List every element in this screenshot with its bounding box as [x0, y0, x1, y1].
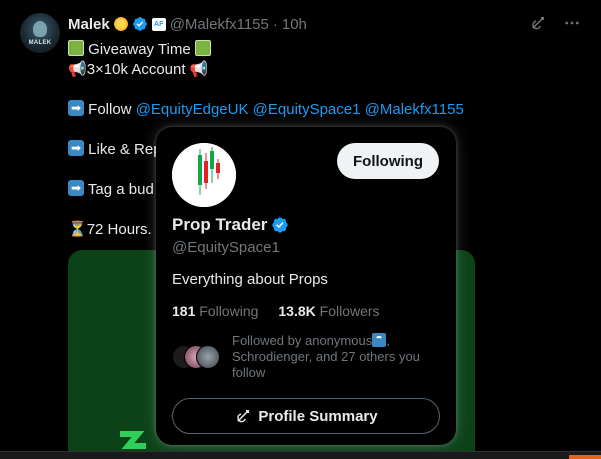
- like-text: Like & Rep: [88, 141, 162, 158]
- mention-link[interactable]: @Malekfx1155: [365, 101, 464, 118]
- money-emoji-icon: [68, 40, 84, 56]
- hourglass-emoji-icon: ⏳: [68, 221, 87, 238]
- sun-emoji-icon: [113, 17, 128, 31]
- tweet-line-follow: Follow @EquityEdgeUK @EquitySpace1 @Male…: [68, 98, 464, 120]
- mention-link[interactable]: @EquityEdgeUK: [136, 101, 249, 118]
- separator-dot: ·: [272, 15, 278, 33]
- followed-by-avatars[interactable]: [172, 345, 222, 369]
- tweet-line-hours: ⏳72 Hours.: [68, 220, 152, 240]
- money-emoji-icon: [194, 40, 211, 56]
- followers-label: Followers: [319, 303, 380, 319]
- hours-text: 72 Hours.: [86, 221, 152, 238]
- megaphone-emoji-icon: 📢: [189, 61, 209, 78]
- profile-summary-label: Profile Summary: [258, 407, 378, 425]
- avatar-figure: [33, 21, 47, 37]
- scrollbar-thumb[interactable]: [569, 455, 601, 459]
- arrow-emoji-icon: [68, 138, 84, 158]
- verified-badge-icon: [132, 17, 147, 31]
- bottom-divider: [0, 451, 601, 459]
- profile-bio: Everything about Props: [172, 271, 328, 288]
- profile-name[interactable]: Prop Trader: [172, 215, 267, 235]
- tweet-line-tag: Tag a bud: [68, 178, 154, 200]
- tweet-line-like: Like & Rep: [68, 138, 162, 160]
- tag-text: Tag a bud: [87, 181, 154, 198]
- profile-handle[interactable]: @EquitySpace1: [172, 239, 280, 256]
- author-handle[interactable]: @Malekfx1155: [170, 16, 269, 33]
- affiliate-badge-icon[interactable]: AF: [151, 17, 166, 31]
- tweet-actions: [529, 14, 581, 32]
- following-stat[interactable]: 181 Following: [172, 303, 258, 319]
- avatar: [196, 345, 220, 369]
- mention-link[interactable]: @EquitySpace1: [253, 101, 361, 118]
- author-avatar[interactable]: MALEK: [20, 13, 60, 53]
- followers-count: 13.8K: [278, 303, 316, 319]
- verified-badge-icon: [272, 217, 289, 233]
- following-label: Following: [199, 303, 259, 319]
- arrow-emoji-icon: [68, 178, 84, 198]
- candlestick-chart-icon: [172, 143, 236, 207]
- grok-icon[interactable]: [529, 14, 547, 32]
- megaphone-emoji-icon: 📢: [68, 61, 87, 78]
- followed-by-label: Followed by anonymous: [232, 333, 373, 348]
- followers-stat[interactable]: 13.8K Followers: [278, 303, 379, 319]
- account-text: 3×10k Account: [86, 61, 186, 78]
- tweet-time[interactable]: 10h: [282, 16, 307, 33]
- following-count: 181: [172, 303, 196, 319]
- wifi-emoji-icon: [372, 333, 387, 347]
- tweet-header: Malek AF @Malekfx1155 · 10h: [68, 14, 307, 34]
- more-icon[interactable]: [563, 14, 581, 32]
- following-button[interactable]: Following: [337, 143, 439, 179]
- arrow-emoji-icon: [68, 98, 84, 118]
- follow-text: Follow: [88, 101, 132, 118]
- grok-icon: [237, 410, 250, 423]
- profile-summary-button[interactable]: Profile Summary: [172, 398, 440, 434]
- followed-by-text[interactable]: Followed by anonymous, Schrodienger, and…: [232, 333, 442, 381]
- author-name[interactable]: Malek: [68, 16, 110, 33]
- profile-avatar[interactable]: [172, 143, 236, 207]
- giveaway-text: Giveaway Time: [88, 41, 191, 58]
- tweet-line-1: Giveaway Time: [68, 40, 211, 60]
- profile-hover-card: Following Prop Trader @EquitySpace1 Ever…: [156, 127, 456, 445]
- avatar-text: MALEK: [28, 40, 52, 46]
- profile-name-row: Prop Trader: [172, 215, 289, 235]
- tweet-line-2: 📢3×10k Account 📢: [68, 60, 208, 80]
- profile-stats: 181 Following 13.8K Followers: [172, 303, 380, 319]
